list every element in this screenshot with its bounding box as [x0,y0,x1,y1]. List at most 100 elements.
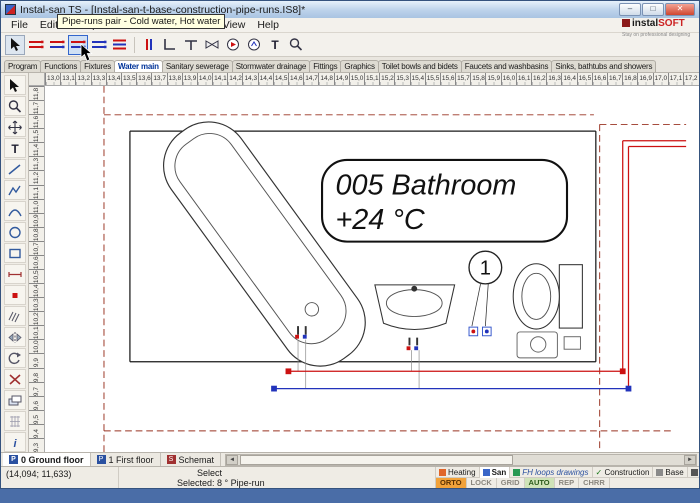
text-label-icon[interactable]: T [265,35,285,55]
ruler-tick: 10,9 [29,213,44,227]
room-label[interactable]: 005 Bathroom +24 °C [322,160,567,242]
floor-tab-row: P 0 Ground floor P 1 First floor S Schem… [1,452,699,466]
line-tool-icon[interactable] [4,159,26,179]
scroll-left-icon[interactable]: ◄ [226,455,238,465]
pan-tool-icon[interactable] [4,117,26,137]
floor-drain[interactable] [564,337,580,349]
ruler-tick: 16,4 [561,73,576,85]
room-label-line1: 005 Bathroom [335,170,516,202]
pipe-pair-hot-icon[interactable] [26,35,46,55]
component-category-tabs: ProgramFunctionsFixturesWater mainSanita… [1,57,699,73]
elbow-fitting-icon[interactable] [160,35,180,55]
svg-text:T: T [271,38,279,52]
layer-tab[interactable]: Heating [436,467,480,478]
mirror-tool-icon[interactable] [4,327,26,347]
riser-icon[interactable] [139,35,159,55]
tee-fitting-icon[interactable] [181,35,201,55]
scroll-right-icon[interactable]: ► [684,455,696,465]
layer-tab[interactable]: Printout [688,467,700,478]
layers-tool-icon[interactable] [4,390,26,410]
grid-tool-icon[interactable] [4,411,26,431]
pipe-runs-pair-icon[interactable] [68,35,88,55]
app-icon [5,4,16,15]
node-tool-icon[interactable] [4,285,26,305]
pipe-pair-mixed-icon[interactable] [47,35,67,55]
layer-tab[interactable]: FH loops drawings [510,467,592,478]
arc-tool-icon[interactable] [4,201,26,221]
status-toggle[interactable]: CHRR [579,478,610,488]
room-label-line2: +24 °C [335,204,424,236]
layer-tab-icon [691,469,698,476]
status-toggle[interactable]: GRID [497,478,525,488]
ruler-tick: 15,0 [349,73,364,85]
category-tab[interactable]: Faucets and washbasins [461,60,553,72]
water-meter-icon[interactable] [244,35,264,55]
toolbar-glyph-icon [8,37,23,52]
bathtub[interactable] [148,106,382,382]
category-tab[interactable]: Toilet bowls and bidets [378,60,462,72]
current-mode: Select [119,467,435,478]
hatch-tool-icon[interactable] [4,306,26,326]
connection-points[interactable] [469,327,491,336]
pointer-tool-icon[interactable] [4,75,26,95]
toilet[interactable] [513,264,582,329]
category-tab[interactable]: Program [4,60,41,72]
ruler-tick: 9,4 [29,424,44,438]
floor-tab[interactable]: S Schemat [161,453,222,466]
status-toggle[interactable]: REP [555,478,579,488]
horizontal-scrollbar[interactable]: ◄ ► [225,454,697,466]
category-tab[interactable]: Functions [40,60,81,72]
dimension-tool-icon[interactable] [4,264,26,284]
rect-tool-icon[interactable] [4,243,26,263]
tool-glyph-icon [7,330,23,345]
tool-glyph-icon [7,225,23,240]
menu-item[interactable]: Help [251,18,285,32]
pump-icon[interactable] [223,35,243,55]
status-toggle[interactable]: ORTO [436,478,467,488]
status-toggle[interactable]: LOCK [467,478,497,488]
zoom-tool-icon[interactable] [4,96,26,116]
layer-tab-label: FH loops drawings [522,468,588,477]
category-tab[interactable]: Fixtures [80,60,115,72]
menu-item[interactable]: File [5,18,34,32]
washbasin[interactable] [375,285,455,330]
pipe-triple-icon[interactable] [110,35,130,55]
ruler-tick: 11,8 [29,86,44,100]
category-tab[interactable]: Fittings [309,60,341,72]
category-tab[interactable]: Graphics [340,60,378,72]
toolbar-glyph-icon [141,37,157,52]
zoom-icon[interactable] [286,35,306,55]
category-tab[interactable]: Sinks, bathtubs and showers [551,60,656,72]
tooltip: Pipe-runs pair - Cold water, Hot water [57,14,225,29]
floor-tab-label: 0 Ground floor [21,455,84,465]
scrollbar-thumb[interactable] [240,455,513,465]
select-arrow-icon[interactable] [5,35,25,55]
washbasin-valves[interactable] [407,338,419,389]
floor-tab[interactable]: P 0 Ground floor [3,453,91,466]
circle-tool-icon[interactable] [4,222,26,242]
category-tab[interactable]: Water main [114,60,163,72]
text-tool-icon[interactable]: T [4,138,26,158]
callout-1[interactable]: 1 [469,251,502,326]
layer-tab[interactable]: Base [653,467,687,478]
layer-tab[interactable]: San [480,467,511,478]
rotate-tool-icon[interactable] [4,348,26,368]
category-tab[interactable]: Stormwater drainage [232,60,310,72]
status-toggle[interactable]: AUTO [525,478,555,488]
polyline-tool-icon[interactable] [4,180,26,200]
close-button[interactable]: ✕ [665,3,695,16]
minimize-button[interactable]: – [619,3,641,16]
washing-machine[interactable] [517,332,557,358]
drawing-canvas[interactable]: 1 005 Bathroom +24 °C [45,86,699,452]
valve-icon[interactable] [202,35,222,55]
erase-tool-icon[interactable] [4,369,26,389]
floor-tab[interactable]: P 1 First floor [91,453,161,466]
layer-tab[interactable]: Construction [593,467,654,478]
floor-tab-icon: P [97,455,106,464]
selection-info: Selected: 8 ° Pipe-run [119,478,435,488]
info-tool-icon[interactable]: i [4,432,26,452]
pipe-pair-cold-icon[interactable] [89,35,109,55]
ruler-tick: 10,8 [29,227,44,241]
category-tab[interactable]: Sanitary sewerage [162,60,233,72]
maximize-button[interactable]: □ [642,3,664,16]
